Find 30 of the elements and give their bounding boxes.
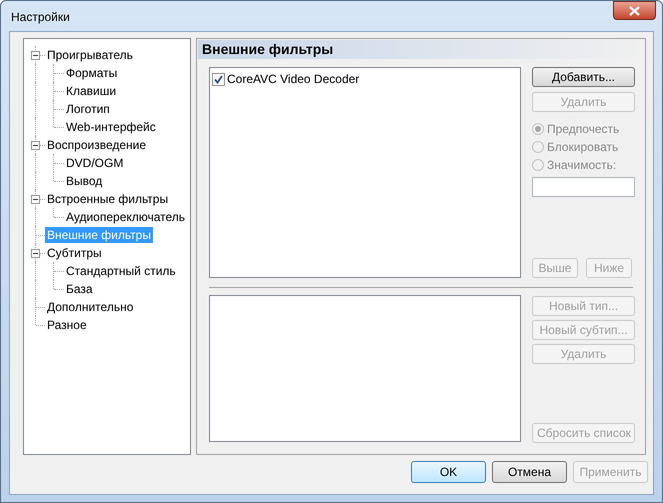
option-label: Значимость: [547,157,616,174]
button[interactable]: OK [411,461,486,483]
tree-item[interactable]: DVD/OGM [64,155,126,171]
close-icon [629,6,640,16]
tree-item[interactable]: Форматы [64,65,120,81]
button[interactable]: Добавить... [532,67,635,87]
tree-item[interactable]: База [64,281,95,297]
tree-item[interactable]: Стандартный стиль [64,263,178,279]
tree-item[interactable]: Встроенные фильтры [45,191,170,207]
tree-item[interactable]: Проигрыватель [45,47,135,63]
tree-item[interactable]: Web-интерфейс [64,119,158,135]
window-title: Настройки [11,9,70,26]
tree-item[interactable]: Разное [45,317,89,333]
button[interactable]: Отмена [492,461,567,483]
tree-item[interactable]: Вывод [64,173,104,189]
collapse-icon[interactable] [31,195,40,204]
filter-name: CoreAVC Video Decoder [227,71,360,88]
close-button[interactable] [613,1,656,20]
collapse-icon[interactable] [31,249,40,258]
collapse-icon[interactable] [31,141,40,150]
option-label: Блокировать [547,139,618,156]
tree-item[interactable]: Логотип [64,101,112,117]
collapse-icon[interactable] [31,51,40,60]
tree-item[interactable]: Клавиши [64,83,118,99]
tree-item[interactable]: Воспроизведение [45,137,148,153]
option-label: Предпочесть [547,121,620,138]
tree-item[interactable]: Аудиопереключатель [64,209,188,225]
checkbox[interactable] [212,72,225,86]
tree-item[interactable]: Дополнительно [45,299,136,315]
tree-item[interactable]: Субтитры [45,245,104,261]
